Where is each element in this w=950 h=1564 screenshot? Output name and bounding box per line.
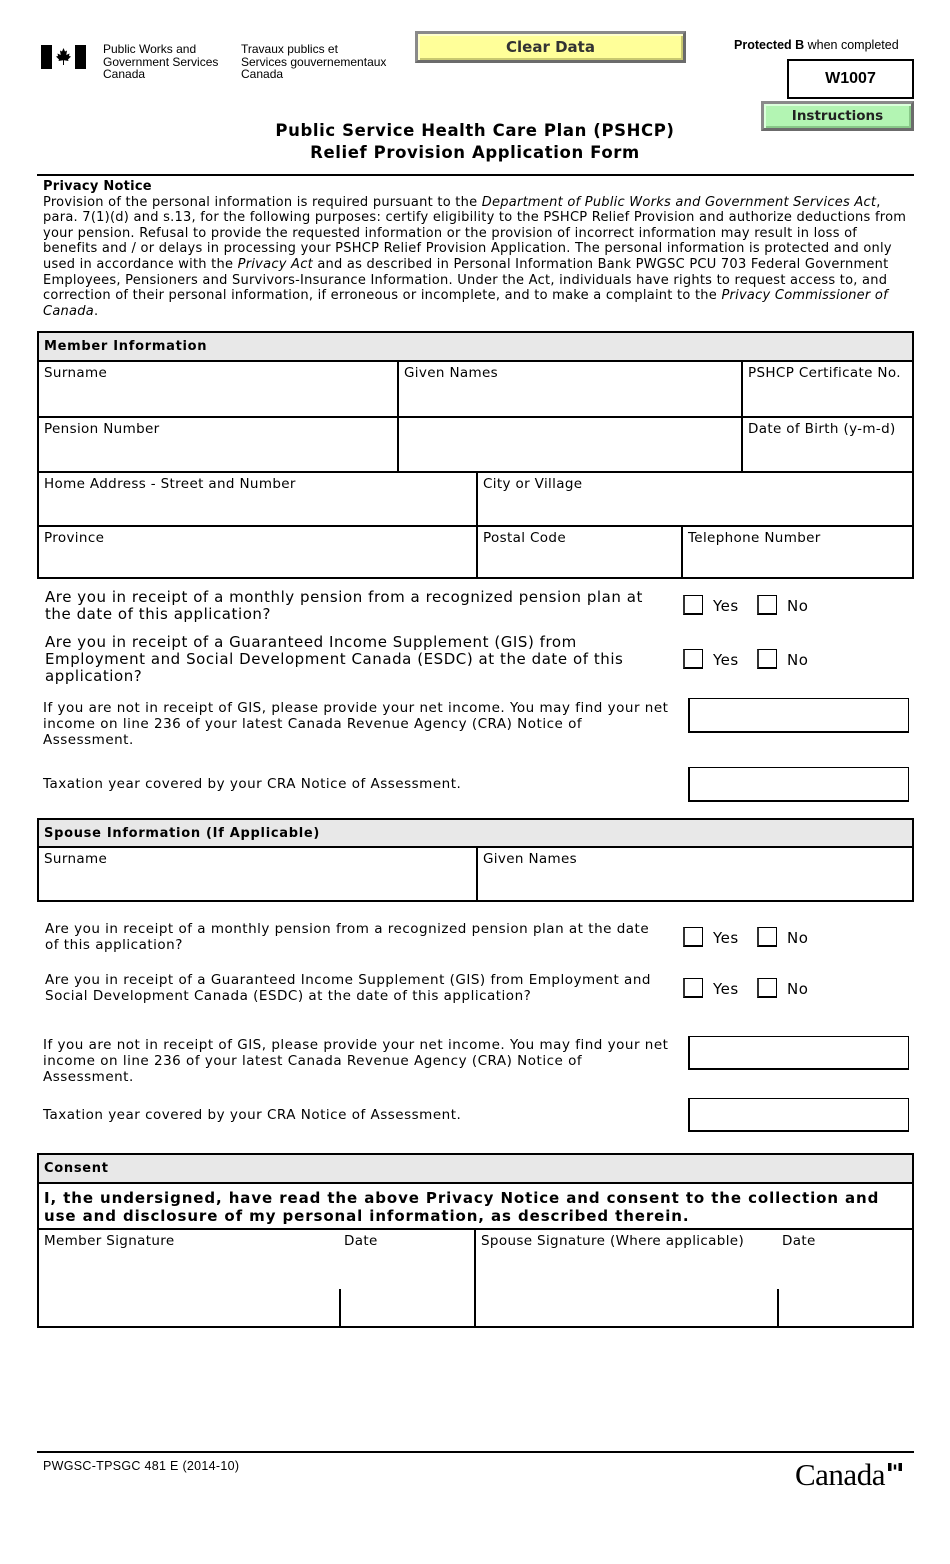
privacy-text-part: Provision of the personal information is… bbox=[43, 194, 482, 210]
field-label: Postal Code bbox=[483, 530, 566, 546]
title-line-1: Public Service Health Care Plan (PSHCP) bbox=[275, 121, 675, 140]
member-given-names-field[interactable]: Given Names bbox=[397, 362, 741, 418]
wordmark-flag-icon bbox=[888, 1463, 902, 1471]
no-label: No bbox=[787, 929, 809, 947]
field-label: Member Signature bbox=[44, 1233, 175, 1249]
date-divider bbox=[777, 1289, 779, 1326]
spouse-tax-year-input[interactable] bbox=[688, 1098, 909, 1132]
dept-en-line: Canada bbox=[103, 67, 146, 81]
member-gis-question: Are you in receipt of a Guaranteed Incom… bbox=[45, 633, 624, 685]
no-label: No bbox=[787, 597, 809, 615]
field-label: Given Names bbox=[483, 851, 578, 867]
field-label: Home Address - Street and Number bbox=[44, 476, 296, 492]
field-label: Surname bbox=[44, 365, 108, 381]
member-information-heading: Member Information bbox=[39, 333, 912, 362]
province-field[interactable]: Province bbox=[39, 525, 476, 577]
pshcp-certificate-field[interactable]: PSHCP Certificate No. bbox=[741, 362, 912, 418]
spouse-information-section: Spouse Information (If Applicable) Surna… bbox=[37, 818, 914, 902]
field-label: Telephone Number bbox=[688, 530, 821, 546]
clear-data-button[interactable]: Clear Data bbox=[415, 31, 686, 63]
privacy-act-reference: Privacy Act bbox=[237, 256, 313, 272]
member-surname-field[interactable]: Surname bbox=[39, 362, 397, 418]
date-of-birth-field[interactable]: Date of Birth (y-m-d) bbox=[741, 416, 912, 473]
spouse-net-income-label: If you are not in receipt of GIS, please… bbox=[43, 1037, 669, 1085]
dept-en-line: Public Works and bbox=[103, 42, 197, 56]
consent-heading: Consent bbox=[39, 1155, 912, 1184]
date-divider bbox=[339, 1289, 341, 1326]
member-gis-no-checkbox[interactable] bbox=[757, 649, 777, 669]
form-number: PWGSC-TPSGC 481 E (2014-10) bbox=[43, 1459, 240, 1473]
field-label: Pension Number bbox=[44, 421, 160, 437]
field-label: Date bbox=[782, 1233, 816, 1249]
dept-fr-line: Canada bbox=[241, 67, 284, 81]
member-information-section: Member Information Surname Given Names P… bbox=[37, 331, 914, 579]
form-code-box: W1007 bbox=[787, 59, 914, 99]
member-net-income-input[interactable] bbox=[688, 698, 909, 733]
privacy-act-reference: Department of Public Works and Governmen… bbox=[481, 194, 877, 210]
spouse-given-names-field[interactable]: Given Names bbox=[476, 848, 912, 900]
spouse-signature-field[interactable]: Spouse Signature (Where applicable) bbox=[474, 1230, 777, 1326]
city-field[interactable]: City or Village bbox=[476, 471, 912, 526]
spouse-information-heading: Spouse Information (If Applicable) bbox=[39, 820, 912, 848]
protected-level: Protected B bbox=[734, 38, 805, 52]
privacy-heading: Privacy Notice bbox=[43, 179, 152, 194]
field-label: Date bbox=[344, 1233, 378, 1249]
department-name-french: Travaux publics et Services gouvernement… bbox=[241, 43, 386, 81]
spouse-pension-no-checkbox[interactable] bbox=[757, 927, 777, 947]
protected-suffix: when completed bbox=[804, 38, 899, 52]
wordmark-text: Canada bbox=[795, 1457, 885, 1492]
privacy-notice: Privacy Notice Provision of the personal… bbox=[43, 179, 913, 319]
title-line-2: Relief Provision Application Form bbox=[310, 143, 640, 162]
yes-label: Yes bbox=[713, 980, 739, 998]
member-net-income-label: If you are not in receipt of GIS, please… bbox=[43, 700, 669, 748]
member-pension-question: Are you in receipt of a monthly pension … bbox=[45, 588, 643, 623]
privacy-text-part: . bbox=[93, 303, 99, 319]
canada-wordmark: Canada bbox=[795, 1457, 902, 1492]
privacy-text: Provision of the personal information is… bbox=[43, 195, 913, 320]
field-label: Spouse Signature (Where applicable) bbox=[481, 1233, 745, 1249]
field-label: Province bbox=[44, 530, 105, 546]
spouse-signature-date-field[interactable]: Date bbox=[777, 1230, 912, 1326]
spouse-gis-yes-checkbox[interactable] bbox=[683, 978, 703, 998]
member-pension-yes-checkbox[interactable] bbox=[683, 595, 703, 615]
member-tax-year-label: Taxation year covered by your CRA Notice… bbox=[43, 776, 462, 792]
protected-notice: Protected B when completed bbox=[734, 38, 899, 52]
header-divider bbox=[37, 174, 914, 176]
dept-fr-line: Travaux publics et bbox=[241, 42, 338, 56]
home-address-field[interactable]: Home Address - Street and Number bbox=[39, 471, 476, 526]
field-label: Surname bbox=[44, 851, 108, 867]
postal-code-field[interactable]: Postal Code bbox=[476, 525, 681, 577]
footer-divider bbox=[37, 1451, 914, 1453]
consent-section: Consent I, the undersigned, have read th… bbox=[37, 1153, 914, 1328]
yes-label: Yes bbox=[713, 651, 739, 669]
field-label: Given Names bbox=[404, 365, 499, 381]
consent-statement: I, the undersigned, have read the above … bbox=[44, 1189, 880, 1225]
field-label: PSHCP Certificate No. bbox=[748, 365, 901, 381]
page-title: Public Service Health Care Plan (PSHCP) … bbox=[0, 120, 950, 164]
member-signature-field[interactable]: Member Signature bbox=[39, 1230, 339, 1326]
spouse-surname-field[interactable]: Surname bbox=[39, 848, 476, 900]
department-name-english: Public Works and Government Services Can… bbox=[103, 43, 218, 81]
spouse-pension-yes-checkbox[interactable] bbox=[683, 927, 703, 947]
no-label: No bbox=[787, 980, 809, 998]
pension-number-field[interactable]: Pension Number bbox=[39, 416, 397, 473]
spouse-gis-no-checkbox[interactable] bbox=[757, 978, 777, 998]
spouse-tax-year-label: Taxation year covered by your CRA Notice… bbox=[43, 1107, 462, 1123]
no-label: No bbox=[787, 651, 809, 669]
pension-number-extra-field[interactable] bbox=[397, 416, 741, 473]
member-signature-date-field[interactable]: Date bbox=[339, 1230, 474, 1326]
yes-label: Yes bbox=[713, 929, 739, 947]
telephone-field[interactable]: Telephone Number bbox=[681, 525, 912, 577]
yes-label: Yes bbox=[713, 597, 739, 615]
member-pension-no-checkbox[interactable] bbox=[757, 595, 777, 615]
spouse-net-income-input[interactable] bbox=[688, 1036, 909, 1070]
spouse-pension-question: Are you in receipt of a monthly pension … bbox=[45, 921, 650, 953]
canada-flag-icon bbox=[41, 45, 86, 69]
field-label: City or Village bbox=[483, 476, 583, 492]
member-gis-yes-checkbox[interactable] bbox=[683, 649, 703, 669]
spouse-gis-question: Are you in receipt of a Guaranteed Incom… bbox=[45, 972, 651, 1004]
member-tax-year-input[interactable] bbox=[688, 767, 909, 802]
field-label: Date of Birth (y-m-d) bbox=[748, 421, 896, 437]
